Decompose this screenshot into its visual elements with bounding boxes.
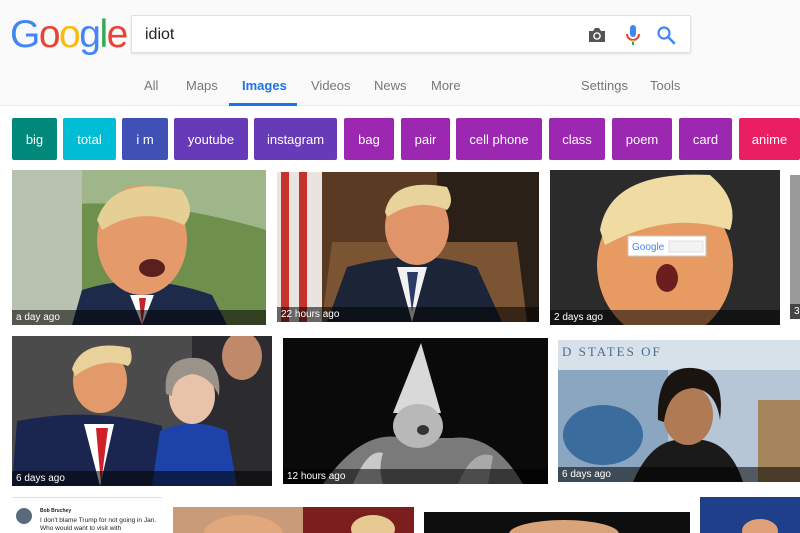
chip-total[interactable]: total [63, 118, 116, 160]
result-photo [12, 170, 266, 325]
chip-poem[interactable]: poem [612, 118, 672, 160]
active-tab-indicator [229, 103, 297, 106]
tweet-result[interactable]: Bob Bruchey I don't blame Trump for not … [12, 497, 162, 533]
tab-images[interactable]: Images [242, 78, 287, 93]
result-photo [424, 512, 690, 533]
result-age: 2 days ago [550, 310, 780, 325]
tab-more[interactable]: More [431, 78, 461, 93]
image-result[interactable]: a day ago [12, 170, 266, 325]
result-age: 6 days ago [12, 471, 272, 486]
image-result[interactable]: 12 hours ago [283, 338, 548, 484]
chip-youtube[interactable]: youtube [174, 118, 248, 160]
logo-letter: o [38, 13, 61, 56]
image-result[interactable]: Google 2 days ago [550, 170, 780, 325]
search-box [131, 15, 691, 53]
result-photo: D STATES OF [558, 340, 800, 482]
embedded-google-text: Google [632, 242, 665, 253]
tab-news[interactable]: News [374, 78, 407, 93]
header: Google All Maps Images Videos News More … [0, 0, 800, 106]
logo-letter: l [99, 13, 108, 56]
chip-card[interactable]: card [679, 118, 732, 160]
related-search-chips: big total i m youtube instagram bag pair… [12, 118, 800, 160]
camera-icon[interactable] [586, 24, 608, 46]
result-age: 6 days ago [558, 467, 800, 482]
result-age: 12 hours ago [283, 469, 548, 484]
chip-big[interactable]: big [12, 118, 57, 160]
result-photo [173, 507, 414, 533]
search-icon[interactable] [655, 24, 677, 46]
result-photo [700, 497, 800, 533]
logo-letter: e [106, 13, 129, 56]
result-photo [12, 336, 272, 486]
chip-class[interactable]: class [549, 118, 605, 160]
result-photo: Google [550, 170, 780, 325]
search-tabs: All Maps Images Videos News More Setting… [0, 72, 800, 106]
chip-cell-phone[interactable]: cell phone [456, 118, 542, 160]
image-result[interactable]: 3 [790, 175, 800, 319]
result-photo [277, 172, 539, 322]
tab-tools[interactable]: Tools [650, 78, 680, 93]
image-result[interactable]: 6 days ago [12, 336, 272, 486]
tab-all[interactable]: All [144, 78, 158, 93]
image-result[interactable] [700, 497, 800, 533]
logo-letter: G [10, 13, 40, 56]
chip-instagram[interactable]: instagram [254, 118, 337, 160]
google-logo[interactable]: Google [10, 13, 129, 57]
chip-bag[interactable]: bag [344, 118, 394, 160]
result-age: 22 hours ago [277, 307, 539, 322]
result-age: 3 [790, 304, 800, 319]
image-result[interactable] [424, 512, 690, 533]
tab-videos[interactable]: Videos [311, 78, 351, 93]
image-result[interactable]: D STATES OF 6 days ago [558, 340, 800, 482]
tab-maps[interactable]: Maps [186, 78, 218, 93]
logo-letter: g [79, 13, 101, 56]
microphone-icon[interactable] [622, 24, 644, 46]
search-input[interactable] [145, 24, 575, 46]
avatar [16, 508, 32, 524]
logo-letter: o [59, 13, 81, 56]
chip-anime[interactable]: anime [739, 118, 800, 160]
tweet-text: I don't blame Trump for not going in Jan… [40, 517, 157, 532]
chip-pair[interactable]: pair [401, 118, 450, 160]
chip-i-m[interactable]: i m [122, 118, 168, 160]
image-result[interactable]: 22 hours ago [277, 172, 539, 322]
embedded-sign-text: D STATES OF [562, 344, 662, 359]
result-age: a day ago [12, 310, 266, 325]
result-photo [283, 338, 548, 484]
image-result[interactable] [173, 507, 414, 533]
tweet-author: Bob Bruchey [40, 508, 72, 514]
tab-settings[interactable]: Settings [581, 78, 628, 93]
